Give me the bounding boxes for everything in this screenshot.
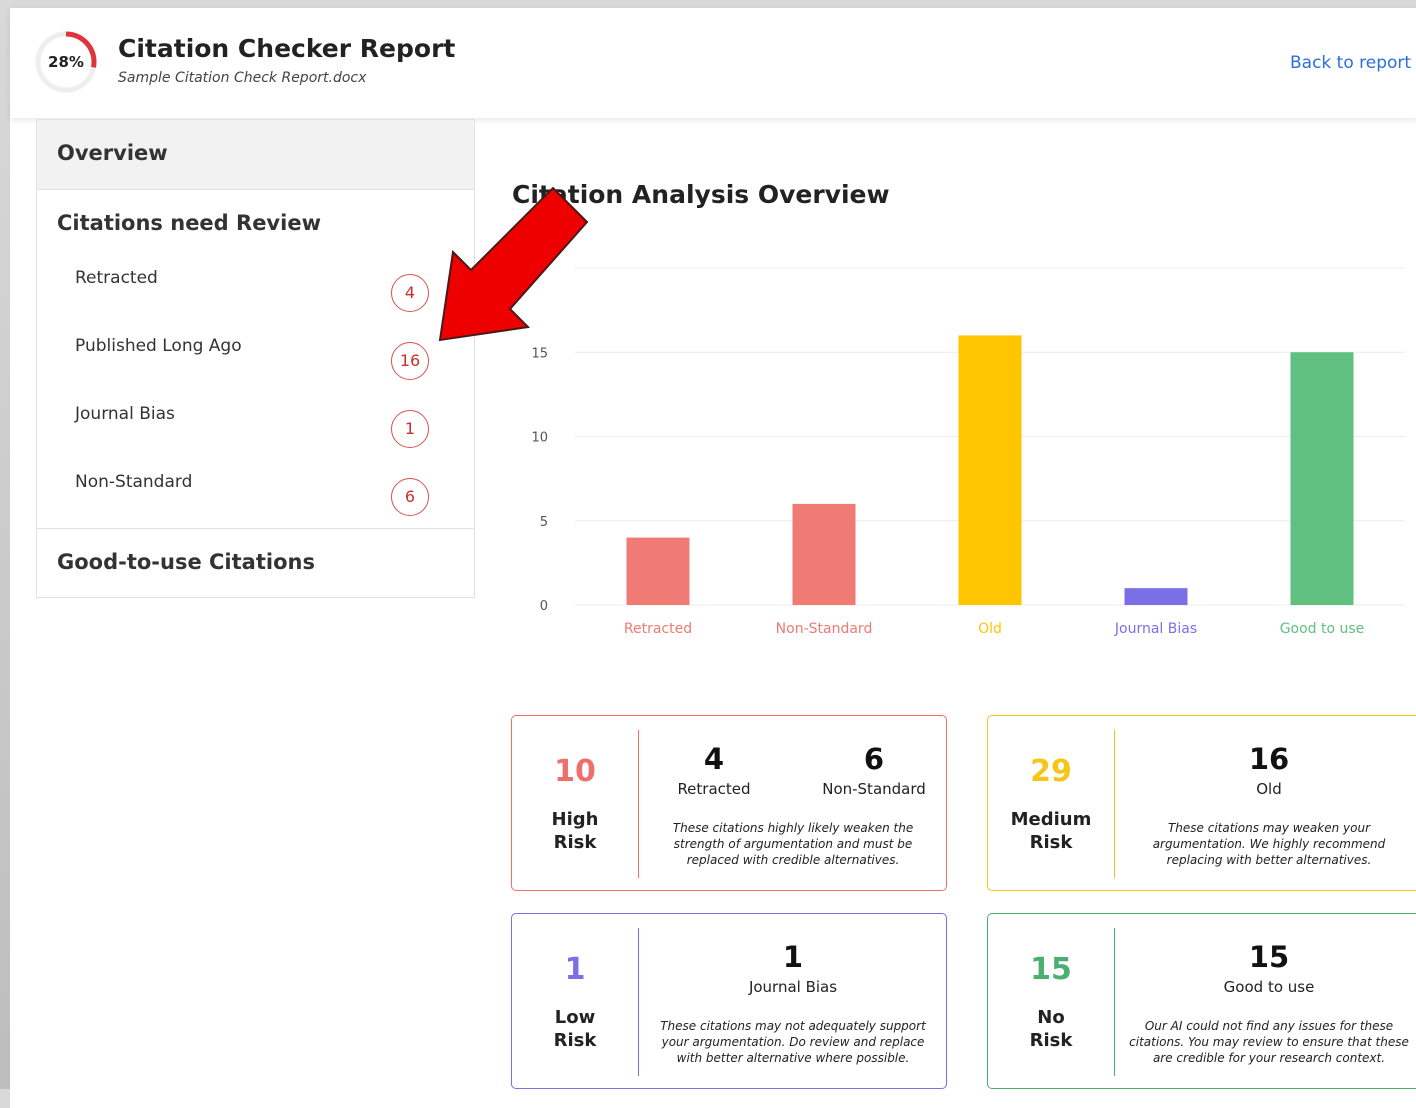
bar-non-standard[interactable] — [792, 503, 856, 605]
card-description: These citations may weaken your argument… — [1152, 821, 1386, 867]
risk-total: 10 — [554, 754, 596, 789]
metric-label: Good to use — [1223, 978, 1315, 996]
progress-percent: 28% — [48, 53, 84, 71]
card-description: These citations may not adequately suppo… — [660, 1019, 926, 1065]
y-tick-label: 0 — [540, 599, 548, 614]
high-risk-card: 10 High Risk 4 Retracted 6 Non-Standard … — [511, 715, 947, 891]
citation-bar-chart: 0 5 10 15 Retracted Non-Standard Old Journal Bi… — [531, 267, 1405, 637]
risk-word: Risk — [1029, 1030, 1073, 1051]
progress-ring: 28% — [34, 30, 98, 94]
metric-label: Old — [1256, 780, 1282, 798]
non-standard-metric: 6 Non-Standard — [804, 742, 944, 798]
sidebar-item-published-long-ago[interactable]: Published Long Ago 16 — [37, 324, 474, 392]
sidebar-item-label: Journal Bias — [75, 404, 175, 424]
card-divider — [638, 928, 639, 1076]
y-tick-label: 15 — [531, 346, 548, 361]
risk-total: 29 — [1030, 754, 1072, 789]
bar-retracted[interactable] — [626, 537, 690, 605]
risk-level-label: Low Risk — [512, 1006, 638, 1052]
sidebar-item-label: Published Long Ago — [75, 336, 242, 356]
x-tick-label: Old — [978, 621, 1002, 637]
low-risk-card: 1 Low Risk 1 Journal Bias These citation… — [511, 913, 947, 1089]
metric-value: 16 — [1248, 742, 1290, 776]
x-tick-label: Journal Bias — [1114, 621, 1197, 637]
section-title: Citation Analysis Overview — [512, 180, 890, 209]
sidebar-section-review[interactable]: Citations need Review — [37, 190, 474, 256]
risk-word: Risk — [553, 1030, 597, 1051]
risk-word: Risk — [1029, 832, 1073, 853]
risk-level-word: Low — [554, 1007, 596, 1028]
journal-bias-metric: 1 Journal Bias — [652, 940, 934, 996]
risk-level-word: High — [551, 809, 599, 830]
metric-value: 4 — [703, 742, 725, 776]
file-name: Sample Citation Check Report.docx — [118, 70, 367, 86]
sidebar-item-non-standard[interactable]: Non-Standard 6 — [37, 460, 474, 528]
card-description: These citations highly likely weaken the… — [672, 821, 914, 867]
count-badge: 16 — [391, 342, 429, 380]
bar-old[interactable] — [958, 335, 1022, 605]
bar-journal-bias[interactable] — [1124, 588, 1188, 605]
metric-value: 6 — [863, 742, 885, 776]
count-badge: 6 — [391, 478, 429, 516]
good-to-use-metric: 15 Good to use — [1128, 940, 1410, 996]
back-to-report-link[interactable]: Back to report — [1290, 53, 1411, 73]
count-badge: 1 — [391, 410, 429, 448]
card-divider — [1114, 730, 1115, 878]
count-badge: 4 — [391, 274, 429, 312]
risk-level-word: No — [1037, 1007, 1065, 1028]
metric-value: 1 — [782, 940, 804, 974]
retracted-metric: 4 Retracted — [654, 742, 774, 798]
report-header: 28% Citation Checker Report Sample Citat… — [10, 8, 1416, 118]
risk-word: Risk — [553, 832, 597, 853]
old-metric: 16 Old — [1128, 742, 1410, 798]
metric-value: 15 — [1248, 940, 1290, 974]
metric-label: Non-Standard — [822, 780, 926, 798]
sidebar-item-journal-bias[interactable]: Journal Bias 1 — [37, 392, 474, 460]
risk-level-label: Medium Risk — [988, 808, 1114, 854]
page-title: Citation Checker Report — [118, 34, 456, 63]
app-window: 28% Citation Checker Report Sample Citat… — [10, 8, 1416, 1108]
bar-good-to-use[interactable] — [1290, 352, 1354, 605]
sidebar-item-overview[interactable]: Overview — [37, 120, 474, 190]
card-divider — [638, 730, 639, 878]
y-tick-label: 5 — [540, 515, 548, 530]
risk-level-word: Medium — [1010, 809, 1092, 830]
metric-label: Journal Bias — [748, 978, 838, 996]
risk-total: 1 — [564, 952, 586, 987]
x-tick-label: Non-Standard — [776, 621, 873, 637]
risk-level-label: High Risk — [512, 808, 638, 854]
sidebar-item-label: Retracted — [75, 268, 158, 288]
x-tick-label: Retracted — [624, 621, 692, 637]
card-description: Our AI could not find any issues for the… — [1129, 1019, 1409, 1065]
x-tick-label: Good to use — [1280, 621, 1365, 637]
sidebar: Overview Citations need Review Retracted… — [36, 119, 475, 598]
no-risk-card: 15 No Risk 15 Good to use Our AI could n… — [987, 913, 1416, 1089]
risk-total: 15 — [1030, 952, 1072, 987]
metric-label: Retracted — [677, 780, 751, 798]
y-tick-label: 10 — [531, 431, 548, 446]
risk-level-label: No Risk — [988, 1006, 1114, 1052]
sidebar-item-retracted[interactable]: Retracted 4 — [37, 256, 474, 324]
card-divider — [1114, 928, 1115, 1076]
medium-risk-card: 29 Medium Risk 16 Old These citations ma… — [987, 715, 1416, 891]
sidebar-section-good-to-use[interactable]: Good-to-use Citations — [37, 528, 474, 596]
sidebar-item-label: Non-Standard — [75, 472, 193, 492]
